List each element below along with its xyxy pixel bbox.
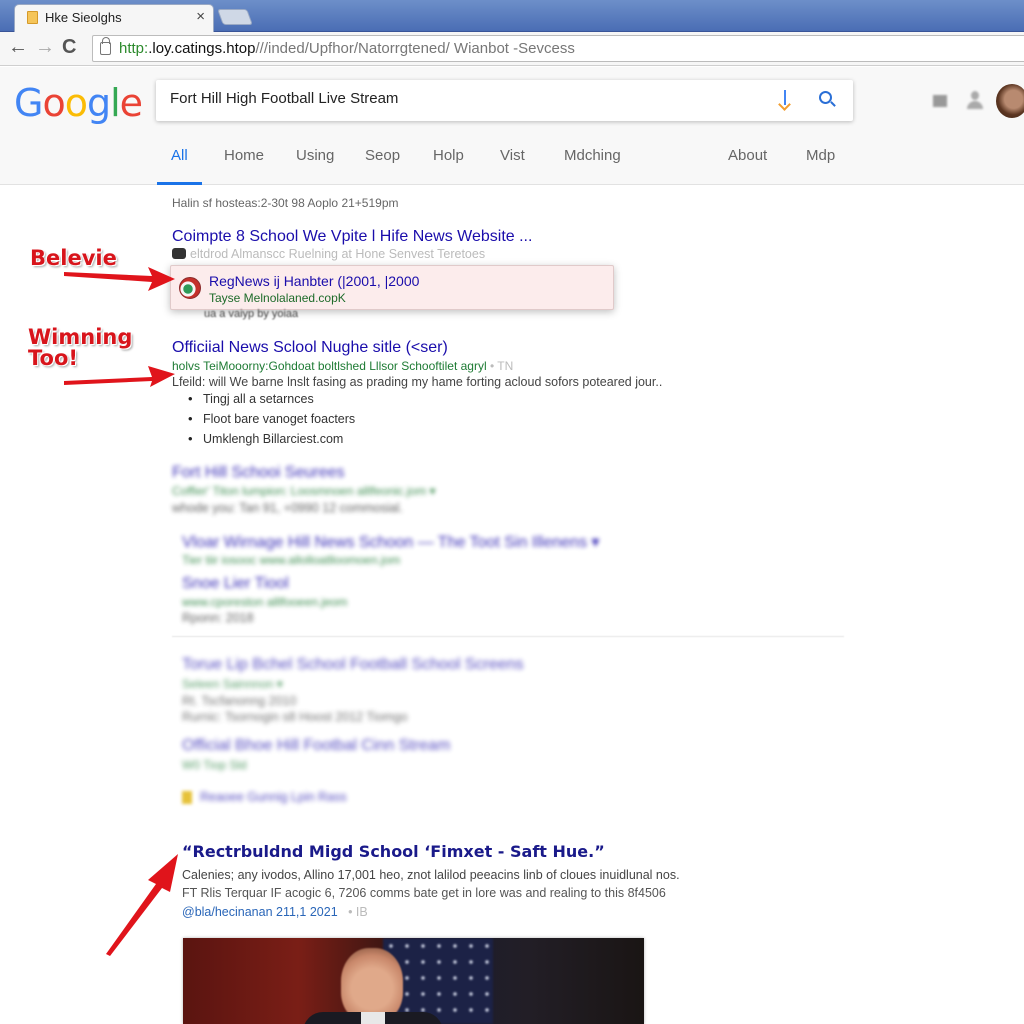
address-bar[interactable]: http:.loy.catings.htop///inded/Upfhor/Na… — [92, 35, 1024, 62]
site-icon — [172, 248, 186, 259]
site-logo-icon — [179, 277, 201, 299]
result-snippet: FT Rlis Terquar IF acogic 6, 7206 comms … — [182, 886, 666, 900]
result-snippet: Rponn: 2018 — [182, 611, 254, 625]
tab-about[interactable]: About — [728, 147, 767, 185]
tab-seop[interactable]: Seop — [365, 147, 400, 185]
bullet-item: Tingj all a setarnces — [188, 391, 355, 412]
url-host: .loy.catings.htop — [148, 40, 256, 57]
google-header: Google All Home Using Seop Holp Vist Mdc… — [0, 67, 1024, 185]
search-results: Halin sf hosteas:2-30t 98 Aoplo 21+519pm… — [0, 186, 1024, 1024]
browser-titlebar: Hke Sieolghs × — [0, 0, 1024, 32]
red-arrow-icon — [64, 267, 175, 291]
result-title[interactable]: Vloar Wirnage Hill News Schoon — The Too… — [182, 532, 599, 552]
video-thumbnail[interactable] — [183, 938, 644, 1024]
logo-letter: g — [86, 81, 111, 125]
result-url: Coffier' Titon lumpion: Loosmnoen alllfe… — [172, 484, 436, 498]
tab-all[interactable]: All — [157, 147, 202, 185]
tab-home[interactable]: Home — [224, 147, 264, 185]
apps-grid-icon[interactable] — [933, 95, 947, 107]
tab-mdp[interactable]: Mdp — [806, 147, 835, 185]
result-snippet: Calenies; any ivodos, Allino 17,001 heo,… — [182, 868, 680, 882]
tab-title: Hke Sieolghs — [45, 10, 122, 25]
result-title[interactable]: Officiial News Sclool Nughe sitle (<ser) — [172, 339, 448, 357]
result-url: Tier tiir iosooc www.allolloatlloomoen.j… — [182, 553, 401, 567]
result-title[interactable]: Snoe Lier Tiool — [182, 575, 289, 593]
lock-icon — [100, 37, 111, 55]
result-snippet: Rt. Tscfanonng 2010 — [182, 694, 297, 708]
result-url-text: @bla/hecinanan 211,1 2021 — [182, 905, 338, 919]
result-title[interactable]: Coimpte 8 School We Vpite l Hife News We… — [172, 228, 532, 246]
logo-letter: o — [42, 81, 65, 125]
bullet-item: Floot bare vanoget foacters — [188, 411, 355, 432]
tab-using[interactable]: Using — [296, 147, 334, 185]
logo-letter: l — [110, 81, 121, 125]
result-url: W0 Tiop Sld — [182, 758, 247, 772]
result-title[interactable]: Fort Hill Schooi Seurees — [172, 464, 345, 482]
url-scheme: http: — [119, 40, 149, 57]
person-collar — [361, 1012, 385, 1024]
result-url-extra: • IB — [348, 905, 368, 919]
red-arrow-icon — [64, 366, 175, 387]
search-tabs: All Home Using Seop Holp Vist Mdching Ab… — [0, 147, 1024, 185]
result-title[interactable]: Torue Lip Bchel School Football School S… — [182, 656, 524, 674]
divider — [172, 636, 844, 637]
result-snippet: eltdrod Almanscc Ruelning at Hone Senves… — [190, 247, 486, 261]
result-link[interactable]: Reaoee Gunnig Lpin Rass — [200, 790, 347, 804]
highlighted-result-card[interactable]: RegNews ij Hanbter (|2001, |2000 Tayse M… — [170, 265, 614, 310]
logo-letter: e — [119, 81, 143, 125]
avatar[interactable] — [996, 84, 1024, 118]
logo-letter: o — [64, 81, 88, 125]
google-logo[interactable]: Google — [14, 81, 143, 125]
tab-holp[interactable]: Holp — [433, 147, 464, 185]
tab-vist[interactable]: Vist — [500, 147, 525, 185]
browser-toolbar: ← → C http:.loy.catings.htop///inded/Upf… — [0, 32, 1024, 66]
result-url: Seleen Sainnnon ▾ — [182, 677, 283, 691]
search-box — [156, 80, 853, 121]
page-favicon-icon — [27, 11, 38, 24]
result-snippet: whode you: Tan 91, +0990 12 commosial. — [172, 501, 403, 515]
search-input[interactable] — [170, 90, 760, 107]
new-tab-button[interactable] — [217, 9, 253, 25]
person-image — [341, 948, 403, 1022]
bullet-item: Umklengh Billarciest.com — [188, 431, 355, 452]
callout-url: Tayse Melnolalaned.copK — [209, 291, 346, 305]
callout-title: RegNews ij Hanbter (|2001, |2000 — [209, 273, 420, 289]
url-text[interactable]: http:.loy.catings.htop///inded/Upfhor/Na… — [119, 40, 575, 57]
result-url: holvs TeiMooorny:Gohdoat boltlshed Lllso… — [172, 359, 513, 373]
close-tab-icon[interactable]: × — [196, 8, 205, 25]
result-url-text: holvs TeiMooorny:Gohdoat boltlshed Lllso… — [172, 359, 487, 373]
bookmark-icon — [182, 791, 192, 804]
result-snippet: Rurnic: Tsornogin s8 Hoost 2012 Tiomgo — [182, 710, 408, 724]
forward-arrow-icon[interactable]: → — [35, 36, 55, 59]
result-bullet-list: Tingj all a setarnces Floot bare vanoget… — [188, 391, 355, 452]
search-icon[interactable] — [819, 91, 832, 104]
browser-tab[interactable]: Hke Sieolghs × — [14, 4, 214, 32]
result-snippet: Lfeild: will We barne lnslt fasing as pr… — [172, 375, 663, 389]
result-title[interactable]: Official Bhoe Hill Footbal Cinn Stream — [182, 737, 450, 755]
result-stats: Halin sf hosteas:2-30t 98 Aoplo 21+519pm — [172, 196, 399, 210]
back-arrow-icon[interactable]: ← — [8, 36, 28, 59]
red-arrow-icon — [106, 854, 178, 956]
tab-mdching[interactable]: Mdching — [564, 147, 621, 185]
result-url-extra: • TN — [489, 359, 514, 373]
logo-letter: G — [14, 81, 43, 125]
url-path: ///inded/Upfhor/Natorrgtened/ Wianbot -S… — [255, 40, 575, 57]
microphone-icon[interactable] — [778, 90, 792, 110]
result-url: @bla/hecinanan 211,1 2021 • IB — [182, 905, 368, 919]
reload-icon[interactable]: C — [62, 36, 76, 59]
result-url: www.cporeston alllfooeen.jeom — [182, 595, 348, 609]
result-snippet: ua a vaiyp by yoiaa — [204, 308, 299, 320]
result-title[interactable]: “Rectrbuldnd Migd School ‘Fimxet - Saft … — [182, 842, 605, 861]
account-icon[interactable] — [966, 91, 984, 111]
